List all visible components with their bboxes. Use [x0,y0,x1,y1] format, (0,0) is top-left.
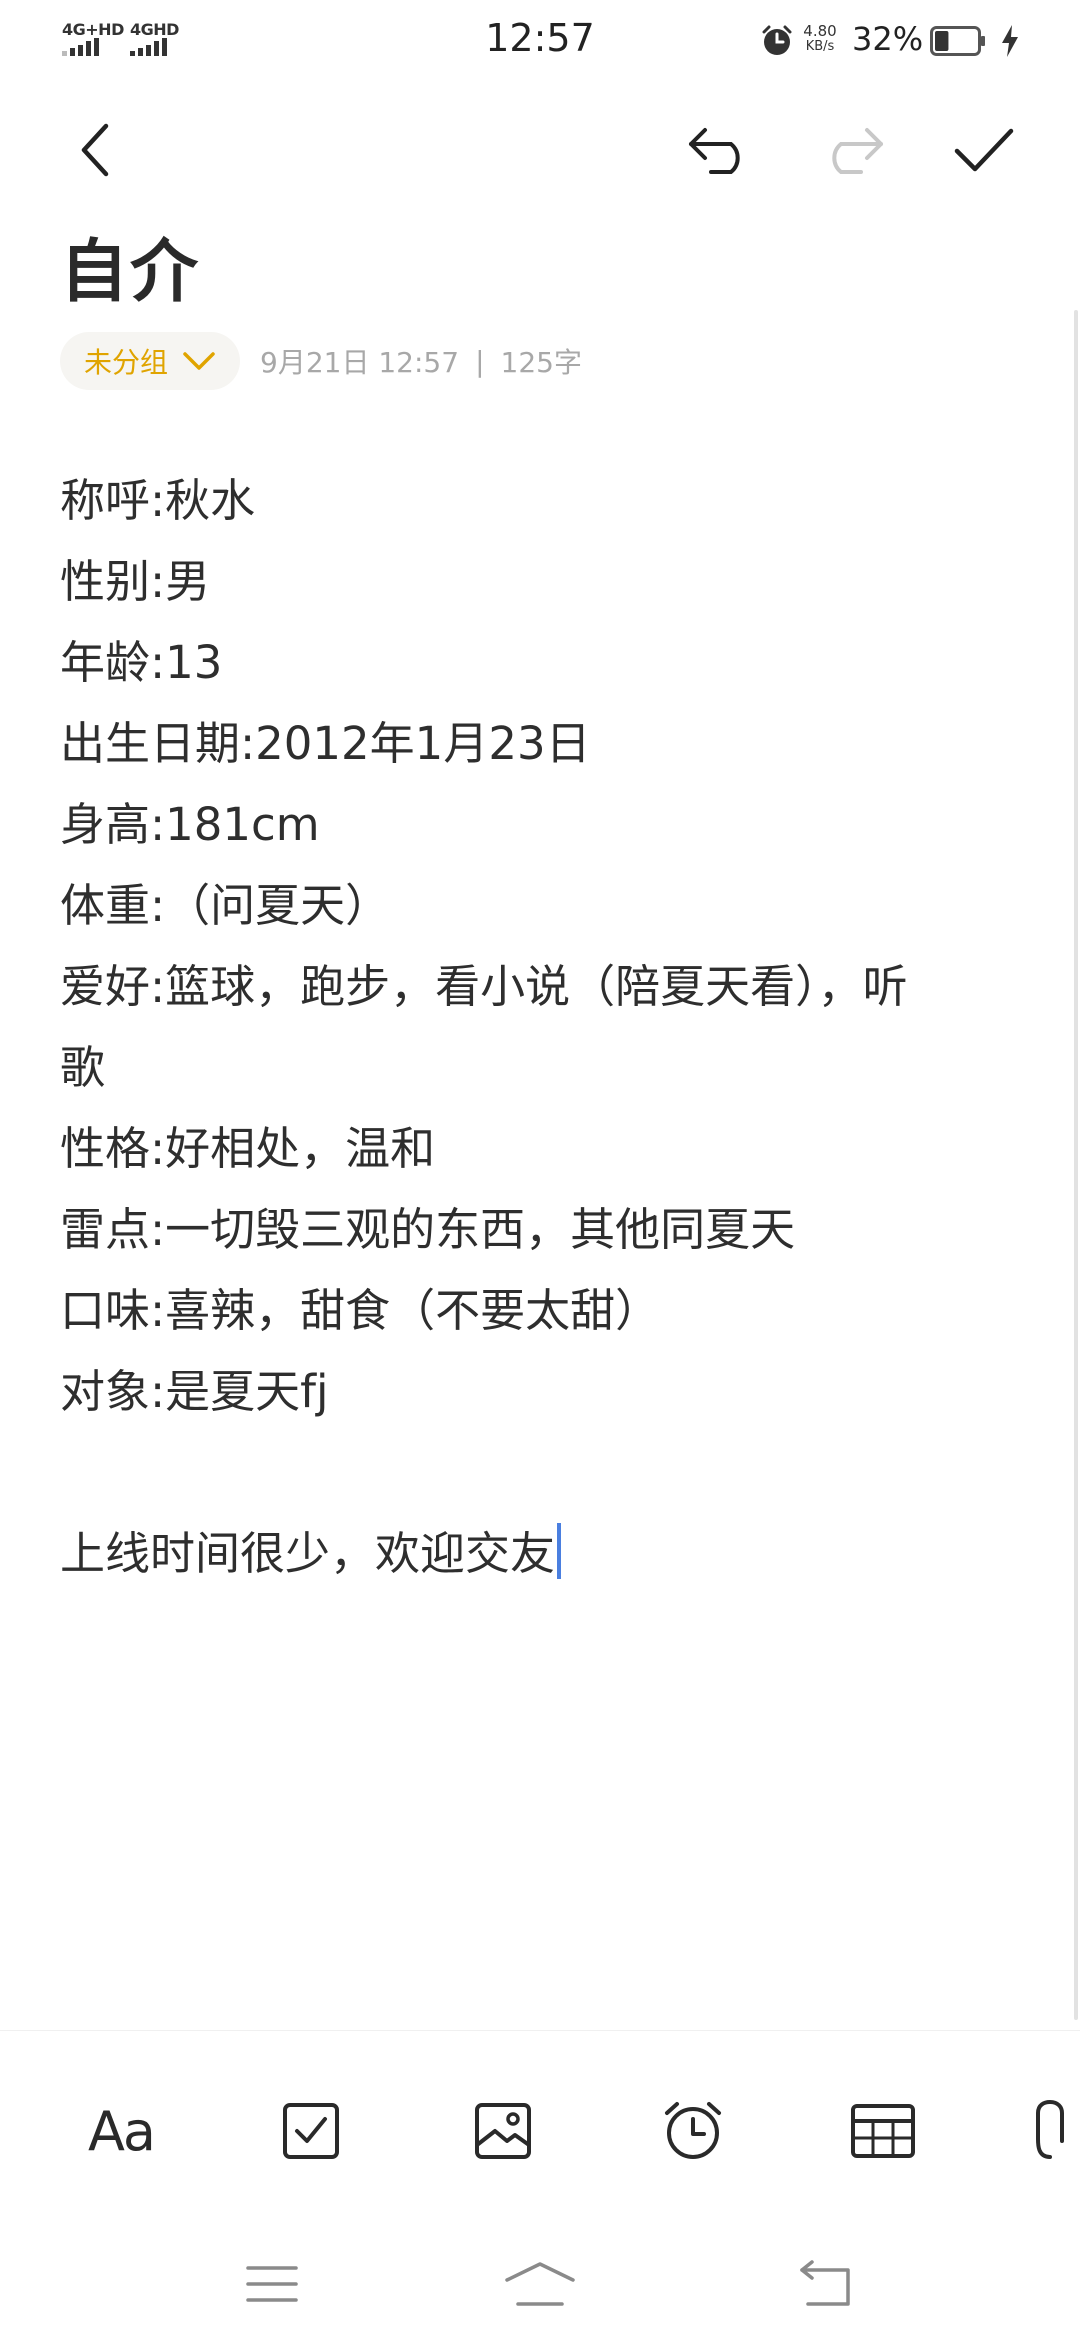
menu-icon [246,2266,298,2302]
note-line: 口味:喜辣，甜食（不要太甜） [60,1284,661,1337]
note-line: 称呼:秋水 [60,474,256,527]
network-speed-value: 4.80 [803,22,837,40]
note-line: 出生日期:2012年1月23日 [60,717,591,770]
group-label: 未分组 [84,346,169,379]
note-meta: 未分组 9月21日 12:57 | 125字 [60,332,582,390]
redo-button[interactable] [812,110,892,190]
system-nav-bar [0,2230,1080,2340]
note-body-editor[interactable]: 称呼:秋水 性别:男 年龄:13 出生日期:2012年1月23日 身高:181c… [60,460,1000,1594]
attachment-button[interactable] [1030,2091,1080,2171]
home-icon [505,2262,575,2306]
image-icon [475,2103,531,2159]
meta-separator: | [475,344,485,378]
note-line-last: 上线时间很少，欢迎交友 [60,1513,1000,1594]
home-nav-button[interactable] [490,2244,590,2324]
group-selector[interactable]: 未分组 [60,332,241,390]
note-date: 9月21日 12:57 [260,346,460,379]
word-count: 125字 [500,346,582,379]
note-line: 爱好:篮球，跑步，看小说（陪夏天看），听 [60,960,908,1013]
reminder-button[interactable] [648,2091,738,2171]
save-check-button[interactable] [944,110,1024,190]
undo-icon [689,128,740,174]
note-line: 身高:181cm [60,798,320,851]
note-line: 对象:是夏天fj [60,1365,329,1418]
network-speed-unit: KB/s [805,39,835,54]
network-speed: 4.80 KB/s [800,22,840,55]
table-icon [851,2104,915,2158]
note-line: 雷点:一切毁三观的东西，其他同夏天 [60,1203,796,1256]
status-bar: 4G+HD 4GHD 12:57 4.80 KB/s 32% [0,0,1080,84]
check-icon [954,128,1014,172]
text-cursor [557,1523,562,1579]
attachment-icon [1036,2099,1064,2159]
note-line: 上线时间很少，欢迎交友 [60,1527,556,1580]
battery-percent: 32% [852,20,924,58]
checklist-button[interactable] [266,2091,356,2171]
insert-image-button[interactable] [458,2091,548,2171]
undo-button[interactable] [680,110,760,190]
battery-icon [930,26,985,56]
format-toolbar: Aa [0,2030,1080,2211]
top-action-bar [0,110,1080,210]
note-line: 性格:好相处，温和 [60,1122,436,1175]
alarm-icon [762,25,792,55]
chevron-down-icon [183,352,215,370]
checklist-icon [283,2103,339,2159]
insert-table-button[interactable] [838,2091,928,2171]
font-style-icon: Aa [87,2099,156,2163]
note-line: 歌 [60,1041,106,1094]
back-button[interactable] [56,110,136,190]
note-line: 体重:（问夏天） [60,879,391,932]
back-nav-icon [800,2260,850,2306]
note-line-blank [60,1432,1000,1513]
note-title[interactable]: 自介 [60,216,200,315]
scrollbar[interactable] [1074,310,1078,2020]
back-nav-button[interactable] [774,2244,874,2324]
redo-icon [832,128,883,174]
back-icon [81,123,109,177]
note-line: 年龄:13 [60,636,223,689]
menu-nav-button[interactable] [222,2244,322,2324]
charging-icon [1002,25,1018,57]
note-line: 性别:男 [60,555,211,608]
alarm-reminder-icon [665,2102,721,2159]
font-style-button[interactable]: Aa [76,2091,166,2171]
